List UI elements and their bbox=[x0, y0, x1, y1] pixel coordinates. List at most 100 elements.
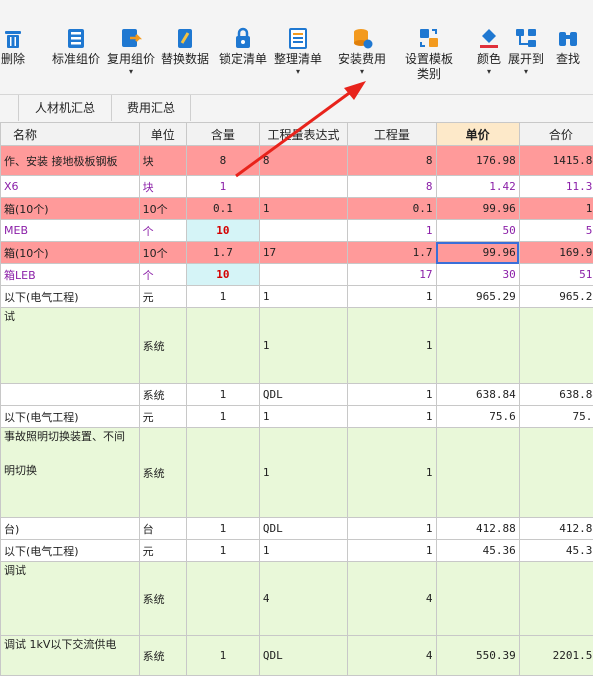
col-header-unit-price[interactable]: 单价 bbox=[436, 123, 519, 146]
cell-content[interactable]: 1 bbox=[186, 286, 259, 308]
table-row[interactable]: 台)台1QDL1412.88412.88 bbox=[1, 518, 593, 540]
cell-content[interactable] bbox=[186, 308, 259, 384]
cell-expression[interactable]: QDL bbox=[259, 384, 347, 406]
table-row[interactable]: MEB个1015050 bbox=[1, 220, 593, 242]
replace-data-button[interactable]: 替换数据 bbox=[160, 26, 210, 67]
cell-quantity[interactable]: 1 bbox=[348, 286, 436, 308]
cell-total-price[interactable]: 965.29 bbox=[519, 286, 593, 308]
table-row[interactable]: 箱(10个)10个0.110.199.9610 bbox=[1, 198, 593, 220]
cell-content[interactable] bbox=[186, 428, 259, 518]
cell-unit-price[interactable]: 638.84 bbox=[436, 384, 519, 406]
cell-unit[interactable]: 块 bbox=[139, 146, 186, 176]
cell-expression[interactable]: 1 bbox=[259, 286, 347, 308]
cell-unit[interactable]: 台 bbox=[139, 518, 186, 540]
tab-labor-material-summary[interactable]: 人材机汇总 bbox=[19, 95, 112, 121]
standard-price-button[interactable]: 标准组价 bbox=[50, 26, 102, 67]
cell-total-price[interactable]: 2201.56 bbox=[519, 636, 593, 676]
cell-name[interactable]: 以下(电气工程) bbox=[1, 406, 140, 428]
cell-quantity[interactable]: 17 bbox=[348, 264, 436, 286]
cell-expression[interactable] bbox=[259, 220, 347, 242]
table-row[interactable]: 事故照明切换装置、不间 明切换系统11 bbox=[1, 428, 593, 518]
cell-unit-price[interactable] bbox=[436, 428, 519, 518]
cell-quantity[interactable]: 4 bbox=[348, 562, 436, 636]
cell-expression[interactable] bbox=[259, 176, 347, 198]
cell-expression[interactable]: 4 bbox=[259, 562, 347, 636]
table-row[interactable]: 系统1QDL1638.84638.84 bbox=[1, 384, 593, 406]
table-row[interactable]: 以下(电气工程)元111965.29965.29 bbox=[1, 286, 593, 308]
cell-unit-price[interactable] bbox=[436, 308, 519, 384]
cell-expression[interactable]: QDL bbox=[259, 636, 347, 676]
cell-name[interactable]: 台) bbox=[1, 518, 140, 540]
cell-content[interactable]: 1 bbox=[186, 176, 259, 198]
cell-name[interactable]: 试 bbox=[1, 308, 140, 384]
cell-quantity[interactable]: 8 bbox=[348, 146, 436, 176]
cell-total-price[interactable]: 169.93 bbox=[519, 242, 593, 264]
cell-expression[interactable]: 1 bbox=[259, 540, 347, 562]
table-row[interactable]: 以下(电气工程)元11145.3645.36 bbox=[1, 540, 593, 562]
organize-list-button[interactable]: 整理清单 ▾ bbox=[272, 26, 324, 77]
cell-name[interactable]: X6 bbox=[1, 176, 140, 198]
cell-total-price[interactable]: 11.36 bbox=[519, 176, 593, 198]
expand-to-button[interactable]: 展开到 ▾ bbox=[506, 26, 546, 77]
dropdown-arrow-icon[interactable]: ▾ bbox=[106, 67, 156, 77]
cell-unit-price[interactable]: 50 bbox=[436, 220, 519, 242]
table-row[interactable]: 箱(10个)10个1.7171.799.96169.93 bbox=[1, 242, 593, 264]
cell-total-price[interactable]: 1415.84 bbox=[519, 146, 593, 176]
cell-content[interactable]: 1 bbox=[186, 518, 259, 540]
cell-unit[interactable]: 系统 bbox=[139, 384, 186, 406]
table-row[interactable]: 试系统11 bbox=[1, 308, 593, 384]
cell-expression[interactable] bbox=[259, 264, 347, 286]
cell-name[interactable] bbox=[1, 384, 140, 406]
col-header-content[interactable]: 含量 bbox=[186, 123, 259, 146]
cell-content[interactable] bbox=[186, 562, 259, 636]
cell-content[interactable]: 1.7 bbox=[186, 242, 259, 264]
cell-quantity[interactable]: 4 bbox=[348, 636, 436, 676]
cell-unit[interactable]: 10个 bbox=[139, 198, 186, 220]
cell-unit-price[interactable]: 99.96 bbox=[436, 242, 519, 264]
cell-total-price[interactable]: 75.6 bbox=[519, 406, 593, 428]
cell-unit-price[interactable]: 45.36 bbox=[436, 540, 519, 562]
cell-expression[interactable]: 8 bbox=[259, 146, 347, 176]
cell-content[interactable]: 10 bbox=[186, 264, 259, 286]
cell-expression[interactable]: QDL bbox=[259, 518, 347, 540]
cell-unit-price[interactable]: 30 bbox=[436, 264, 519, 286]
cell-content[interactable]: 1 bbox=[186, 540, 259, 562]
cell-unit-price[interactable] bbox=[436, 562, 519, 636]
cell-quantity[interactable]: 1 bbox=[348, 384, 436, 406]
lock-list-button[interactable]: 锁定清单 bbox=[218, 26, 268, 67]
table-row[interactable]: 箱LEB个101730510 bbox=[1, 264, 593, 286]
cell-name[interactable]: 调试 bbox=[1, 562, 140, 636]
col-header-name[interactable]: 名称 bbox=[1, 123, 140, 146]
cell-quantity[interactable]: 1 bbox=[348, 540, 436, 562]
cell-name[interactable]: MEB bbox=[1, 220, 140, 242]
table-row[interactable]: X6块181.4211.36 bbox=[1, 176, 593, 198]
cell-expression[interactable]: 1 bbox=[259, 198, 347, 220]
reuse-price-button[interactable]: 复用组价 ▾ bbox=[106, 26, 156, 77]
cell-unit[interactable]: 10个 bbox=[139, 242, 186, 264]
cell-total-price[interactable] bbox=[519, 428, 593, 518]
table-row[interactable]: 以下(电气工程)元11175.675.6 bbox=[1, 406, 593, 428]
cell-unit[interactable]: 系统 bbox=[139, 636, 186, 676]
cell-name[interactable]: 箱(10个) bbox=[1, 242, 140, 264]
cell-content[interactable]: 0.1 bbox=[186, 198, 259, 220]
cell-quantity[interactable]: 1 bbox=[348, 406, 436, 428]
table-row[interactable]: 调试 1kV以下交流供电 系统1QDL4550.392201.56 bbox=[1, 636, 593, 676]
cell-total-price[interactable] bbox=[519, 308, 593, 384]
cell-unit[interactable]: 块 bbox=[139, 176, 186, 198]
cell-expression[interactable]: 1 bbox=[259, 406, 347, 428]
cell-quantity[interactable]: 0.1 bbox=[348, 198, 436, 220]
cell-unit-price[interactable]: 412.88 bbox=[436, 518, 519, 540]
cell-unit[interactable]: 元 bbox=[139, 286, 186, 308]
tab-partial[interactable] bbox=[0, 95, 19, 121]
delete-button[interactable]: 删除 bbox=[0, 26, 30, 67]
cell-total-price[interactable]: 45.36 bbox=[519, 540, 593, 562]
cell-unit[interactable]: 个 bbox=[139, 264, 186, 286]
cell-unit[interactable]: 个 bbox=[139, 220, 186, 242]
table-row[interactable]: 作、安装 接地极板钢板块888176.981415.84 bbox=[1, 146, 593, 176]
cell-name[interactable]: 箱LEB bbox=[1, 264, 140, 286]
cell-name[interactable]: 箱(10个) bbox=[1, 198, 140, 220]
cell-total-price[interactable]: 10 bbox=[519, 198, 593, 220]
cell-unit[interactable]: 元 bbox=[139, 406, 186, 428]
cell-name[interactable]: 作、安装 接地极板钢板 bbox=[1, 146, 140, 176]
install-fee-button[interactable]: 安装费用 ▾ bbox=[336, 26, 388, 77]
